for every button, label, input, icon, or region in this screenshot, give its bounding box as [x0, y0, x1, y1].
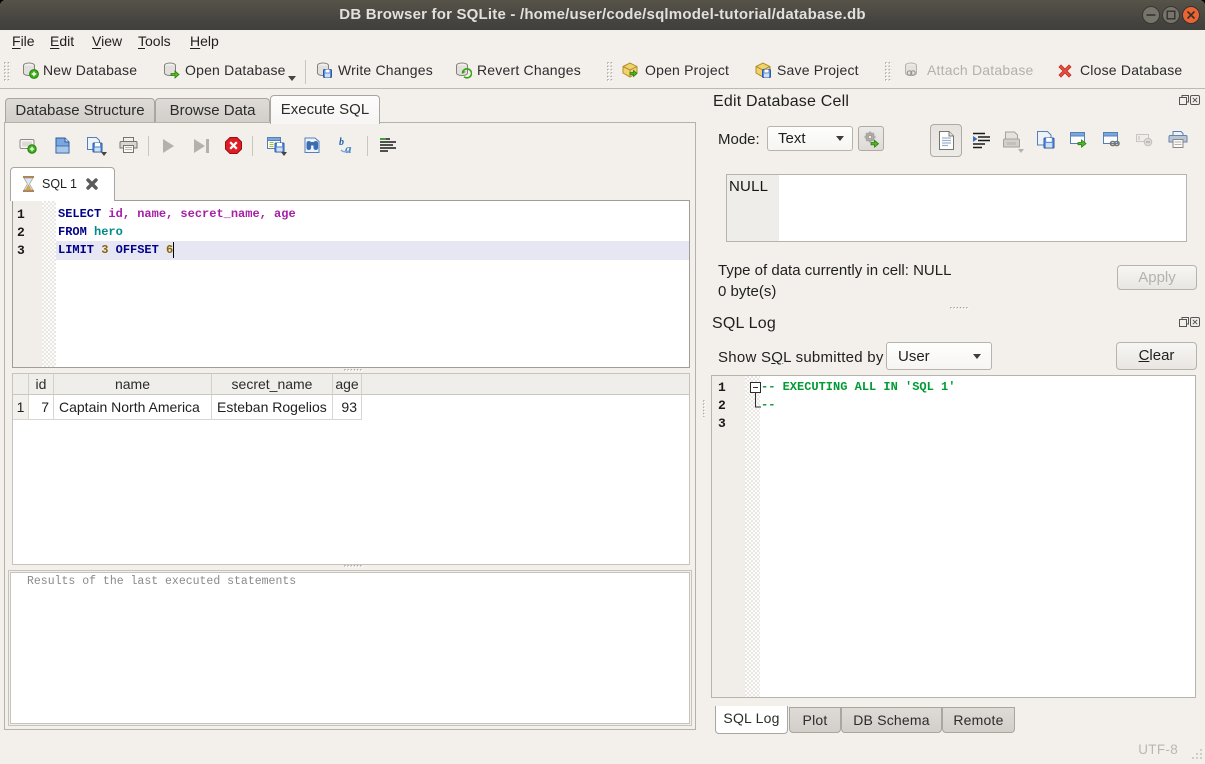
svg-text:a: a — [345, 141, 352, 156]
svg-text:b: b — [339, 137, 344, 148]
